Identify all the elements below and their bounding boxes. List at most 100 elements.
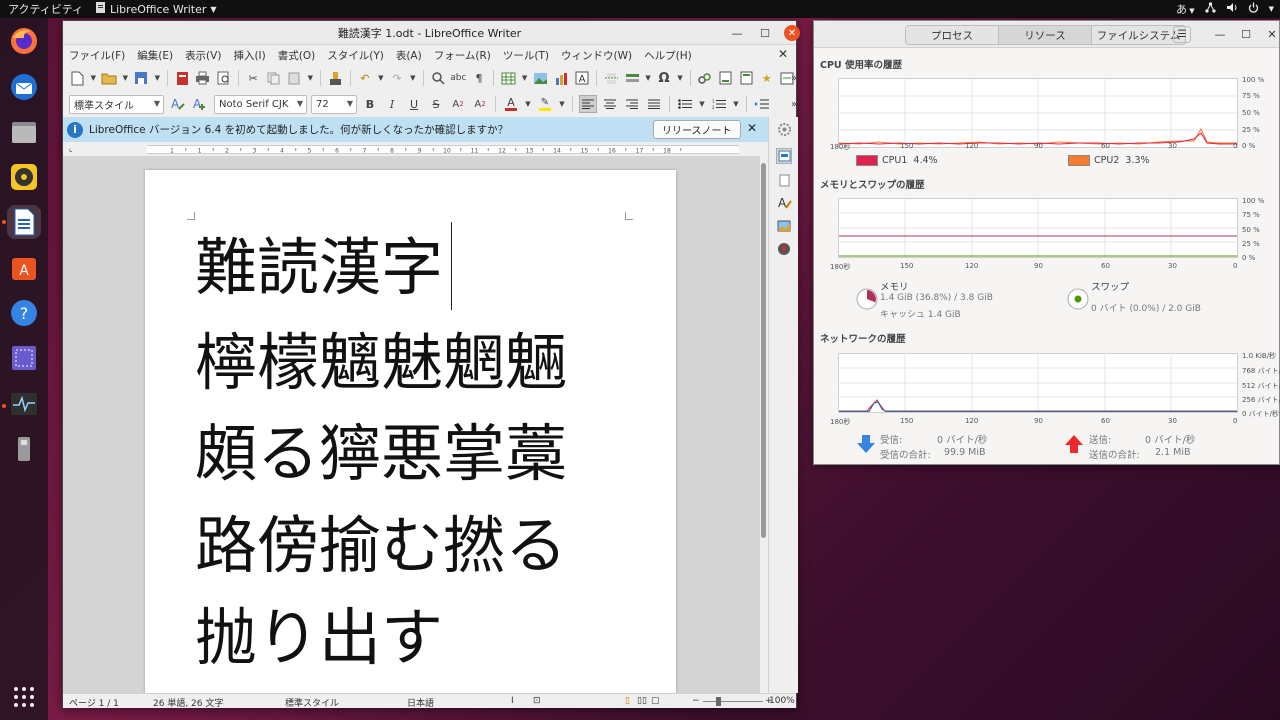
chevron-down-icon[interactable]: ▼ [676, 69, 683, 87]
hamburger-menu-icon[interactable]: ☰ [1173, 26, 1191, 43]
digital-signature-icon[interactable]: ⊡ [533, 696, 541, 706]
insert-page-break-icon[interactable] [603, 69, 620, 87]
menu-tools[interactable]: ツール(T) [503, 48, 549, 63]
menu-view[interactable]: 表示(V) [185, 48, 221, 63]
system-monitor-icon[interactable] [7, 387, 41, 421]
zoom-slider[interactable] [703, 701, 763, 702]
italic-icon[interactable]: I [383, 95, 401, 113]
menu-window[interactable]: ウィンドウ(W) [561, 48, 632, 63]
font-size-select[interactable]: 72 ▼ [311, 94, 357, 114]
font-color-icon[interactable]: A [502, 95, 520, 113]
document-area[interactable]: 難読漢字 檸檬魑魅魍魎 頗る獰悪掌藁 路傍揄む撚る 抛り出す [63, 156, 760, 693]
open-folder-icon[interactable] [101, 69, 118, 87]
menu-help[interactable]: ヘルプ(H) [644, 48, 692, 63]
zoom-level[interactable]: 100% [769, 696, 795, 706]
subscript-icon[interactable]: A2 [471, 95, 489, 113]
cut-icon[interactable]: ✂ [245, 69, 262, 87]
single-page-view-icon[interactable]: ▯ [625, 696, 630, 706]
new-style-icon[interactable]: A [190, 95, 208, 113]
new-document-icon[interactable] [69, 69, 86, 87]
cpu1-legend[interactable]: CPU1 4.4% [856, 155, 938, 166]
redo-icon[interactable]: ↷ [389, 69, 406, 87]
close-icon[interactable]: ✕ [747, 121, 757, 135]
app-menu[interactable]: LibreOffice Writer ▼ [95, 2, 217, 16]
gallery-icon[interactable] [776, 218, 792, 234]
thunderbird-icon[interactable] [7, 70, 41, 104]
swap-pie-icon[interactable] [1067, 288, 1089, 313]
insert-field-icon[interactable] [624, 69, 641, 87]
screenshot-icon[interactable] [7, 341, 41, 375]
font-name-select[interactable]: Noto Serif CJK ▼ [214, 94, 307, 114]
more-options-icon[interactable]: » [785, 95, 803, 113]
tab-processes[interactable]: プロセス [906, 26, 999, 44]
activities-button[interactable]: アクティビティ [0, 1, 95, 17]
bullet-list-icon[interactable] [676, 95, 694, 113]
chevron-down-icon[interactable]: ▼ [377, 69, 384, 87]
app-grid-icon[interactable] [7, 680, 41, 714]
spelling-icon[interactable]: abc [450, 69, 467, 87]
sysmon-headerbar[interactable]: プロセス リソース ファイルシステム ☰ — ☐ ✕ [814, 21, 1279, 48]
align-center-icon[interactable] [601, 95, 619, 113]
zoom-slider-knob[interactable] [716, 697, 721, 706]
chevron-down-icon[interactable]: ▼ [524, 95, 532, 113]
close-button[interactable]: ✕ [1263, 25, 1280, 43]
writer-titlebar[interactable]: 難読漢字 1.odt - LibreOffice Writer — ☐ ✕ [63, 21, 800, 45]
numbered-list-icon[interactable]: 12 [710, 95, 728, 113]
tab-resources[interactable]: リソース [999, 26, 1092, 44]
insert-table-icon[interactable] [500, 69, 517, 87]
cpu2-legend[interactable]: CPU2 3.3% [1068, 155, 1150, 166]
libreoffice-writer-icon[interactable] [7, 205, 41, 239]
superscript-icon[interactable]: A2 [449, 95, 467, 113]
status-language[interactable]: 日本語 [407, 696, 434, 709]
memory-pie-icon[interactable] [856, 288, 878, 313]
clone-formatting-icon[interactable] [327, 69, 344, 87]
software-icon[interactable]: A [7, 250, 41, 284]
styles-icon[interactable]: A [776, 195, 792, 211]
justify-icon[interactable] [645, 95, 663, 113]
bold-icon[interactable]: B [361, 95, 379, 113]
system-tray[interactable]: あ ▼ ▼ [1176, 0, 1274, 18]
align-left-icon[interactable] [579, 95, 597, 113]
document-page[interactable]: 難読漢字 檸檬魑魅魍魎 頗る獰悪掌藁 路傍揄む撚る 抛り出す [145, 170, 676, 693]
tab-filesystems[interactable]: ファイルシステム [1092, 26, 1185, 44]
page-icon[interactable] [776, 172, 792, 188]
highlight-color-icon[interactable]: ✎ [536, 95, 554, 113]
special-character-icon[interactable]: Ω [656, 69, 673, 87]
rhythmbox-icon[interactable] [7, 160, 41, 194]
underline-icon[interactable]: U [405, 95, 423, 113]
chevron-down-icon[interactable]: ▼ [558, 95, 566, 113]
increase-indent-icon[interactable] [753, 95, 771, 113]
multi-page-view-icon[interactable]: ▯▯ [637, 696, 647, 706]
chevron-down-icon[interactable]: ▼ [90, 69, 97, 87]
undo-icon[interactable]: ↶ [357, 69, 374, 87]
chevron-down-icon[interactable]: ▼ [122, 69, 129, 87]
maximize-button[interactable]: ☐ [1237, 25, 1255, 43]
chevron-down-icon[interactable]: ▼ [732, 95, 740, 113]
find-replace-icon[interactable] [429, 69, 446, 87]
usb-drive-icon[interactable] [7, 432, 41, 466]
document-line-3[interactable]: 頗る獰悪掌藁 [195, 423, 567, 485]
maximize-button[interactable]: ☐ [756, 24, 774, 42]
copy-icon[interactable] [265, 69, 282, 87]
menu-insert[interactable]: 挿入(I) [233, 48, 265, 63]
print-preview-icon[interactable] [215, 69, 232, 87]
export-pdf-icon[interactable] [174, 69, 191, 87]
align-right-icon[interactable] [623, 95, 641, 113]
page-count[interactable]: ページ 1 / 1 [69, 696, 119, 709]
scrollbar-thumb[interactable] [761, 163, 766, 538]
paragraph-style-select[interactable]: 標準スタイル ▼ [69, 94, 164, 114]
paste-icon[interactable] [286, 69, 303, 87]
insert-mode-icon[interactable]: I [511, 696, 514, 706]
save-icon[interactable] [133, 69, 150, 87]
insert-endnote-icon[interactable] [738, 69, 755, 87]
menu-format[interactable]: 書式(O) [278, 48, 315, 63]
close-document-icon[interactable]: ✕ [778, 47, 788, 61]
insert-footnote-icon[interactable] [717, 69, 734, 87]
download-arrow-icon[interactable] [856, 434, 876, 457]
more-options-icon[interactable]: » [785, 69, 803, 87]
chevron-down-icon[interactable]: ▼ [644, 69, 651, 87]
zoom-out-icon[interactable]: − [692, 696, 700, 706]
strikethrough-icon[interactable]: S [427, 95, 445, 113]
document-line-1[interactable]: 難読漢字 [195, 237, 443, 299]
menu-file[interactable]: ファイル(F) [69, 48, 125, 63]
